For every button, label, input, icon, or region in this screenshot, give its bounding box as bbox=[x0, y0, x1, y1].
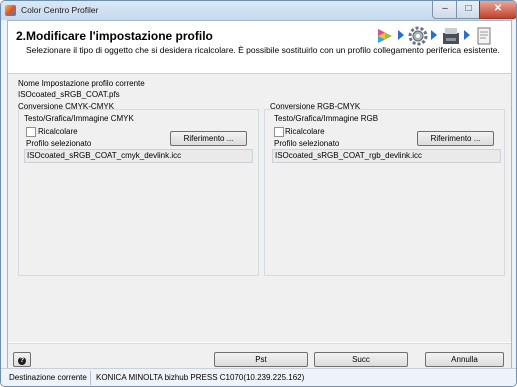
rgb-selected-profile-label: Profilo selezionato bbox=[274, 139, 340, 148]
current-profile-value: ISOcoated_sRGB_COAT.pfs bbox=[18, 90, 120, 99]
maximize-button[interactable]: □ bbox=[456, 1, 481, 19]
cancel-button[interactable]: Annulla bbox=[425, 352, 504, 367]
step-arrow-icon bbox=[464, 30, 470, 40]
cmyk-reference-button[interactable]: Riferimento ... bbox=[170, 131, 247, 146]
next-button[interactable]: Succ bbox=[314, 352, 408, 367]
status-bar: Destinazione corrente KONICA MINOLTA biz… bbox=[1, 368, 516, 386]
current-profile-label: Nome Impostazione profilo corrente bbox=[18, 79, 145, 88]
close-button[interactable]: ✕ bbox=[479, 1, 516, 19]
rgb-recalc-label: Ricalcolare bbox=[285, 127, 325, 136]
step-arrow-icon bbox=[431, 30, 437, 40]
rgb-reference-button[interactable]: Riferimento ... bbox=[417, 131, 494, 146]
rgb-subtitle: Testo/Grafica/Immagine RGB bbox=[274, 114, 379, 123]
minimize-button[interactable]: – bbox=[432, 1, 458, 19]
status-divider bbox=[90, 371, 91, 385]
status-label: Destinazione corrente bbox=[9, 373, 87, 382]
help-icon: ? bbox=[18, 357, 26, 365]
cmyk-recalc-label: Ricalcolare bbox=[38, 127, 78, 136]
gear-icon bbox=[408, 26, 428, 46]
step-arrow-icon bbox=[398, 30, 404, 40]
status-value: KONICA MINOLTA bizhub PRESS C1070(10.239… bbox=[96, 373, 305, 382]
cmyk-recalc-checkbox[interactable] bbox=[26, 127, 36, 137]
rgb-recalc-checkbox[interactable] bbox=[274, 127, 284, 137]
printer-icon bbox=[443, 28, 459, 44]
cmyk-subtitle: Testo/Grafica/Immagine CMYK bbox=[24, 114, 134, 123]
window-title: Color Centro Profiler bbox=[21, 5, 99, 15]
rgb-selected-profile-field: ISOcoated_sRGB_COAT_rgb_devlink.icc bbox=[272, 149, 501, 163]
app-icon bbox=[5, 5, 16, 16]
wizard-header: 2.Modificare l'impostazione profilo Sele… bbox=[8, 21, 511, 74]
title-bar[interactable]: Color Centro Profiler – □ ✕ bbox=[1, 1, 516, 20]
cmyk-selected-profile-label: Profilo selezionato bbox=[26, 139, 92, 148]
previous-button[interactable]: Pst bbox=[214, 352, 308, 367]
cmyk-selected-profile-field: ISOcoated_sRGB_COAT_cmyk_devlink.icc bbox=[24, 149, 253, 163]
app-window: Color Centro Profiler – □ ✕ 2.Modificare… bbox=[0, 0, 517, 387]
wizard-content: 2.Modificare l'impostazione profilo Sele… bbox=[7, 20, 512, 378]
page-title: 2.Modificare l'impostazione profilo bbox=[16, 29, 213, 43]
colors-icon bbox=[378, 29, 392, 43]
help-button[interactable]: ? bbox=[13, 352, 31, 367]
document-icon bbox=[477, 27, 491, 45]
